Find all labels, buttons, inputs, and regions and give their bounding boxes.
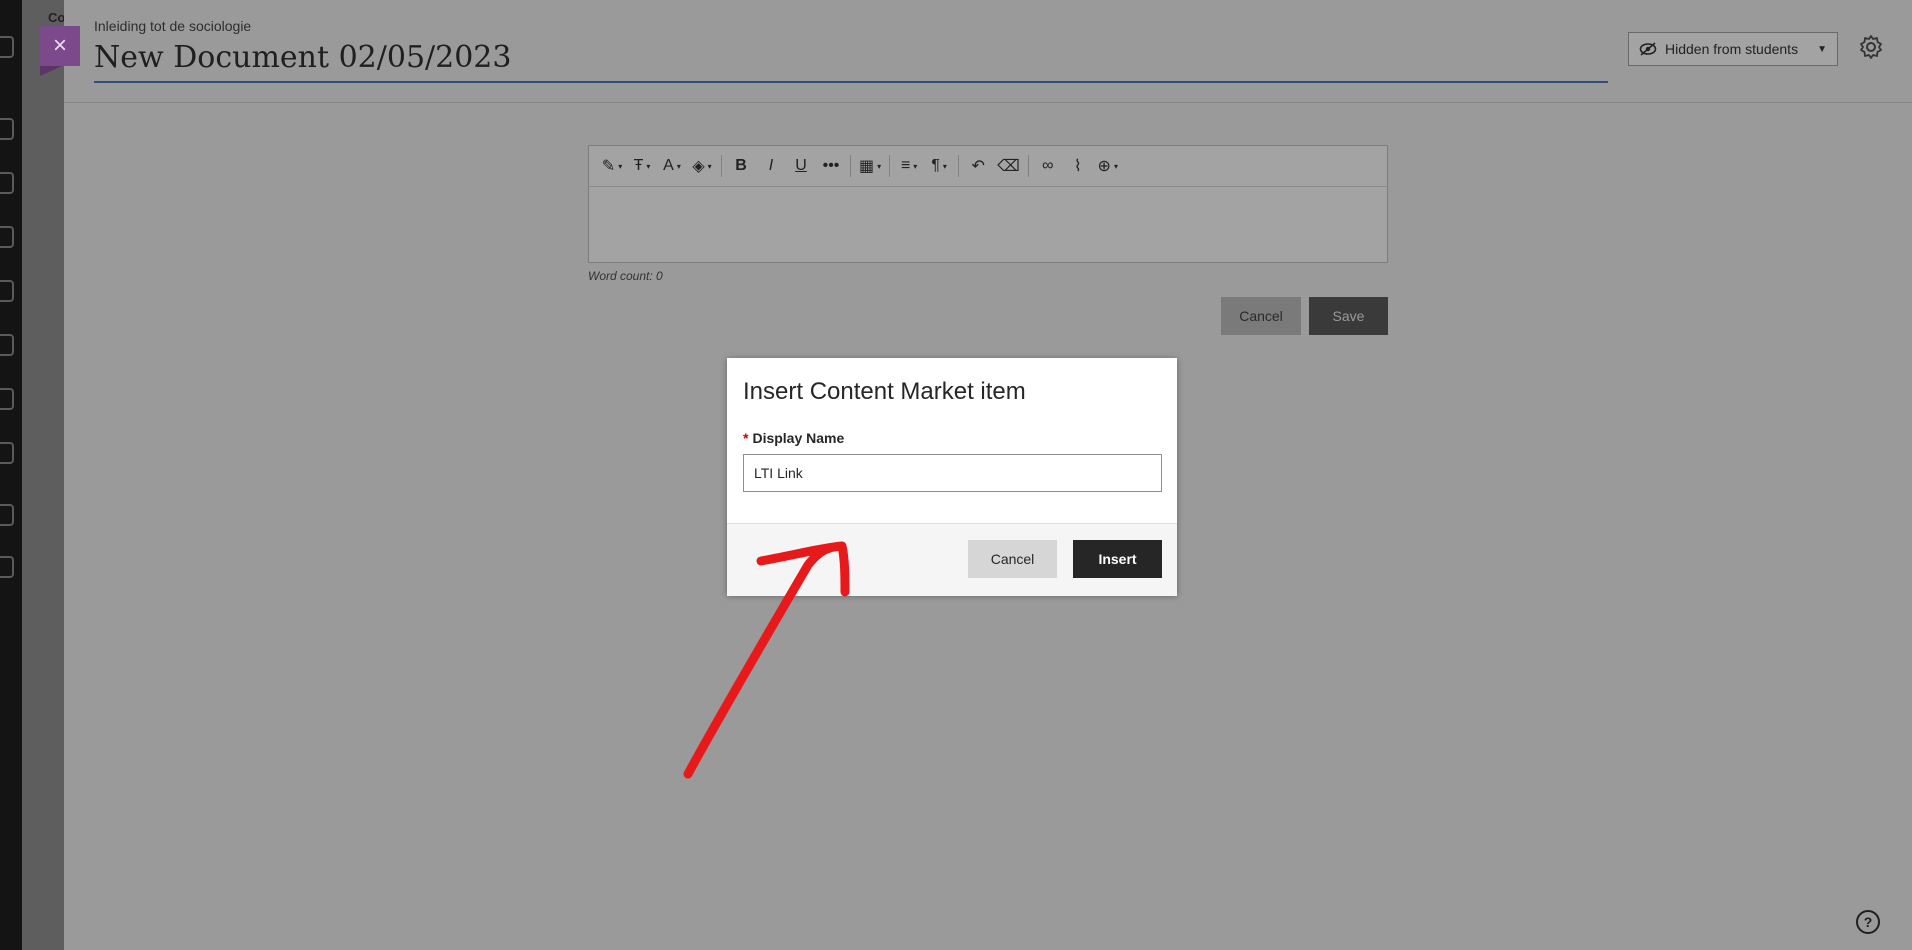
chevron-down-icon: ▼: [1817, 43, 1827, 55]
close-icon: ×: [52, 32, 67, 59]
calendar-icon[interactable]: [0, 334, 14, 356]
visibility-dropdown[interactable]: Hidden from students ▼: [1628, 32, 1838, 66]
plus-circle-icon: ⊕: [1097, 158, 1111, 175]
visibility-label: Hidden from students: [1665, 41, 1799, 57]
document-title-input[interactable]: New Document 02/05/2023: [94, 40, 1608, 83]
bold-button[interactable]: B: [726, 152, 756, 180]
text-format-button[interactable]: Ŧ ▾: [627, 152, 657, 180]
help-icon[interactable]: ?: [1856, 910, 1880, 934]
editor-save-button[interactable]: Save: [1309, 297, 1388, 335]
breadcrumb[interactable]: Inleiding tot de sociologie: [94, 18, 251, 34]
nav-strip: [22, 0, 64, 950]
institution-icon[interactable]: [0, 118, 14, 140]
word-count: Word count: 0: [588, 269, 663, 283]
align-button[interactable]: ≡ ▾: [894, 152, 924, 180]
font-size-button[interactable]: A ▾: [657, 152, 687, 180]
editor-toolbar: ✎ ▾ Ŧ ▾ A ▾ ◈ ▾ B I U ••• ▦ ▾ ≡ ▾ ¶ ▾ ↶ ⌫ ∞ ⌇ ⊕…: [589, 146, 1387, 187]
course-nav: Co: [0, 0, 66, 950]
display-name-input[interactable]: [743, 454, 1162, 492]
dialog-cancel-button[interactable]: Cancel: [968, 540, 1057, 578]
more-icon: •••: [822, 157, 840, 174]
paperclip-icon: ⌇: [1073, 158, 1082, 175]
dialog-insert-button[interactable]: Insert: [1073, 540, 1162, 578]
clear-format-button[interactable]: ⌫: [993, 152, 1024, 180]
editor-cancel-button[interactable]: Cancel: [1221, 297, 1301, 335]
highlight-button[interactable]: ◈ ▾: [687, 152, 717, 180]
toolbar-separator: [721, 155, 722, 177]
text-format-icon: Ŧ: [633, 157, 644, 174]
dialog-title: Insert Content Market item: [743, 378, 1026, 405]
link-button[interactable]: ∞: [1033, 152, 1063, 180]
close-panel-button[interactable]: ×: [40, 26, 80, 76]
pen-icon: ✎: [601, 158, 616, 175]
required-mark: *: [743, 430, 749, 446]
more-button[interactable]: •••: [816, 152, 846, 180]
paragraph-button[interactable]: ¶ ▾: [924, 152, 954, 180]
italic-icon: I: [768, 157, 774, 174]
display-name-label: * Display Name: [743, 430, 844, 446]
display-name-label-text: Display Name: [752, 430, 845, 446]
insert-content-button[interactable]: ⊕ ▾: [1093, 152, 1123, 180]
globe-icon[interactable]: [0, 226, 14, 248]
table-button[interactable]: ▦ ▾: [855, 152, 885, 180]
toolbar-separator: [958, 155, 960, 177]
link-icon: ∞: [1042, 157, 1054, 174]
insert-content-market-dialog: Insert Content Market item * Display Name…: [727, 358, 1177, 596]
gear-icon[interactable]: [1858, 34, 1884, 60]
toolbar-separator: [1027, 155, 1029, 177]
courses-icon[interactable]: [0, 280, 14, 302]
rich-text-editor[interactable]: ✎ ▾ Ŧ ▾ A ▾ ◈ ▾ B I U ••• ▦ ▾ ≡ ▾ ¶ ▾ ↶ ⌫ ∞ ⌇ ⊕…: [588, 145, 1388, 263]
header-divider: [64, 102, 1912, 103]
paragraph-style-button[interactable]: ✎ ▾: [597, 152, 627, 180]
dialog-footer: Cancel Insert: [727, 523, 1177, 596]
italic-button[interactable]: I: [756, 152, 786, 180]
font-size-icon: A: [663, 157, 674, 174]
tools-icon[interactable]: [0, 504, 14, 526]
eye-slash-icon: [1639, 42, 1657, 56]
pilcrow-icon: ¶: [931, 157, 940, 174]
toolbar-separator: [850, 155, 851, 177]
table-icon: ▦: [859, 158, 875, 175]
eraser-icon: ⌫: [997, 158, 1020, 175]
underline-button[interactable]: U: [786, 152, 816, 180]
attach-button[interactable]: ⌇: [1063, 152, 1093, 180]
undo-icon: ↶: [971, 158, 985, 175]
undo-button[interactable]: ↶: [963, 152, 993, 180]
toolbar-separator: [889, 155, 891, 177]
signout-icon[interactable]: [0, 556, 14, 578]
bold-icon: B: [735, 157, 747, 174]
messages-icon[interactable]: [0, 388, 14, 410]
nav-course-code: Co: [48, 10, 66, 25]
nav-icon-1[interactable]: [0, 36, 14, 58]
profile-icon[interactable]: [0, 172, 14, 194]
align-left-icon: ≡: [900, 157, 911, 174]
grades-icon[interactable]: [0, 442, 14, 464]
paint-bucket-icon: ◈: [692, 158, 705, 175]
underline-icon: U: [795, 157, 807, 174]
